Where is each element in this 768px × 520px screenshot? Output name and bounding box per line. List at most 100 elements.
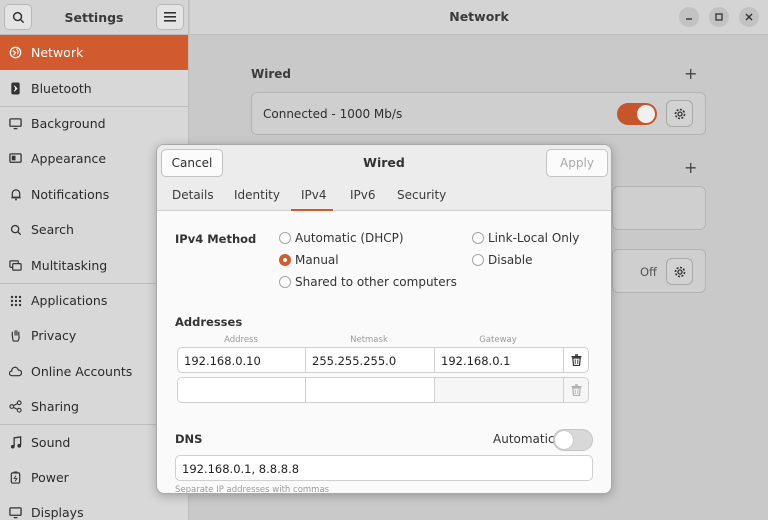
multitasking-icon (9, 259, 22, 272)
sidebar-header: Settings (0, 0, 188, 35)
sidebar-item-label: Notifications (31, 186, 110, 202)
method-link-local-radio[interactable]: Link-Local Only (472, 231, 579, 245)
minimize-icon (686, 18, 692, 20)
tab-ipv4[interactable]: IPv4 (301, 188, 327, 202)
appearance-icon (9, 152, 22, 165)
bluetooth-icon (9, 82, 22, 95)
sidebar-item-label: Network (31, 45, 84, 61)
radio-label: Automatic (DHCP) (295, 231, 404, 245)
search-button[interactable] (4, 4, 32, 30)
delete-address-button[interactable] (563, 377, 589, 403)
add-vpn-plus-icon[interactable]: + (684, 158, 697, 177)
sidebar-item-background[interactable]: Background (0, 105, 188, 141)
tab-details[interactable]: Details (172, 188, 214, 202)
dns-hint: Separate IP addresses with commas (175, 485, 330, 494)
address-field[interactable]: 192.168.0.10 (177, 347, 306, 373)
tab-ipv6[interactable]: IPv6 (350, 188, 376, 202)
gear-icon (674, 266, 685, 277)
active-tab-indicator (291, 209, 333, 211)
sidebar-item-displays[interactable]: Displays (0, 495, 188, 520)
power-icon (9, 471, 22, 484)
gateway-field[interactable]: 192.168.0.1 (434, 347, 564, 373)
sidebar-item-label: Sharing (31, 399, 79, 415)
maximize-button[interactable] (709, 7, 729, 27)
cloud-icon (9, 365, 22, 378)
wired-section-title: Wired (251, 67, 291, 81)
tab-security[interactable]: Security (397, 188, 446, 202)
vpn-card (612, 186, 706, 230)
proxy-card: Off (612, 249, 706, 293)
dialog-tabs: Details Identity IPv4 IPv6 Security (157, 181, 611, 211)
radio-label: Disable (488, 253, 533, 267)
menu-button[interactable] (155, 4, 184, 30)
sidebar-item-label: Privacy (31, 328, 77, 344)
delete-address-button[interactable] (563, 347, 589, 373)
music-note-icon (9, 436, 22, 449)
sidebar-item-label: Bluetooth (31, 80, 92, 96)
netmask-field[interactable] (305, 377, 435, 403)
dns-automatic-toggle[interactable] (553, 429, 593, 451)
sidebar-item-label: Appearance (31, 151, 107, 167)
close-icon (745, 13, 753, 21)
main-header: Network (190, 0, 768, 35)
radio-label: Link-Local Only (488, 231, 580, 245)
hamburger-icon (163, 12, 176, 22)
radio-label: Shared to other computers (295, 275, 457, 289)
sidebar-item-label: Applications (31, 293, 108, 309)
sidebar-item-label: Displays (31, 505, 84, 520)
dns-input[interactable]: 192.168.0.1, 8.8.8.8 (175, 455, 593, 481)
radio-icon (279, 232, 291, 244)
grid-icon (9, 294, 22, 307)
gateway-field[interactable] (434, 377, 564, 403)
minimize-button[interactable] (679, 7, 699, 27)
bell-icon (9, 188, 22, 201)
proxy-status: Off (640, 265, 657, 279)
share-icon (9, 400, 22, 413)
radio-selected-icon (279, 254, 291, 266)
hand-icon (9, 329, 22, 342)
column-header-netmask: Netmask (350, 335, 388, 345)
column-header-gateway: Gateway (479, 335, 517, 345)
netmask-field[interactable]: 255.255.255.0 (305, 347, 435, 373)
sidebar-title: Settings (64, 9, 124, 25)
sidebar-item-label: Multitasking (31, 257, 108, 273)
sidebar-item-network[interactable]: Network (0, 35, 188, 71)
wired-connection-card: Connected - 1000 Mb/s (251, 92, 706, 135)
radio-icon (279, 276, 291, 288)
address-field[interactable] (177, 377, 306, 403)
sidebar-item-label: Search (31, 222, 74, 238)
add-wired-plus-icon[interactable]: + (684, 64, 697, 83)
search-icon (9, 223, 22, 236)
addresses-label: Addresses (175, 315, 243, 329)
gear-icon (674, 108, 685, 119)
dialog-header: Cancel Wired Apply (157, 145, 611, 181)
method-automatic-radio[interactable]: Automatic (DHCP) (279, 231, 404, 245)
wired-status: Connected - 1000 Mb/s (263, 107, 403, 121)
display-icon (9, 506, 22, 519)
column-header-address: Address (224, 335, 258, 345)
wired-settings-button[interactable] (666, 100, 693, 127)
method-manual-radio[interactable]: Manual (279, 253, 339, 267)
apply-button[interactable]: Apply (546, 149, 608, 177)
sidebar-item-label: Sound (31, 434, 71, 450)
method-disable-radio[interactable]: Disable (472, 253, 533, 267)
method-shared-radio[interactable]: Shared to other computers (279, 275, 457, 289)
radio-icon (472, 254, 484, 266)
dialog-title: Wired (363, 155, 405, 170)
maximize-icon (715, 13, 723, 21)
monitor-icon (9, 117, 22, 130)
sidebar-item-label: Online Accounts (31, 363, 133, 379)
search-icon (12, 11, 24, 23)
trash-icon (571, 384, 581, 396)
ipv4-method-label: IPv4 Method (175, 232, 257, 246)
dns-label: DNS (175, 432, 203, 446)
wired-dialog: Cancel Wired Apply Details Identity IPv4… (156, 144, 612, 494)
sidebar-item-label: Power (31, 469, 69, 485)
tab-identity[interactable]: Identity (234, 188, 280, 202)
wired-toggle[interactable] (617, 103, 657, 125)
proxy-settings-button[interactable] (666, 258, 693, 285)
dns-automatic-label: Automatic (493, 432, 555, 446)
sidebar-item-bluetooth[interactable]: Bluetooth (0, 70, 188, 105)
globe-icon (9, 46, 22, 59)
close-button[interactable] (739, 7, 759, 27)
